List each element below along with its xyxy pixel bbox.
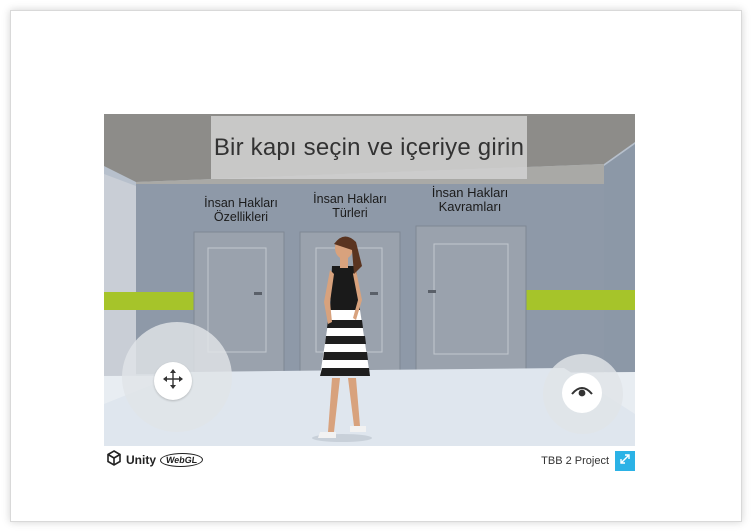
door-label-ozellikleri: İnsan Hakları Özellikleri	[204, 196, 278, 224]
footer-right: TBB 2 Project	[541, 451, 635, 471]
project-title: TBB 2 Project	[541, 455, 609, 467]
webgl-canvas[interactable]: Bir kapı seçin ve içeriye girin İnsan Ha…	[104, 114, 635, 446]
instruction-banner: Bir kapı seçin ve içeriye girin	[211, 116, 527, 179]
webgl-badge: WebGL	[159, 453, 205, 467]
accent-stripe-left	[104, 292, 194, 310]
move-arrows-icon	[162, 368, 184, 395]
look-button[interactable]	[562, 373, 602, 413]
fullscreen-icon	[619, 452, 631, 470]
door-3	[415, 225, 527, 373]
door-label-kavramlari: İnsan Hakları Kavramları	[431, 185, 509, 214]
fullscreen-button[interactable]	[615, 451, 635, 471]
accent-stripe-right	[526, 290, 635, 310]
unity-webgl-logo: Unity WebGL	[106, 449, 205, 471]
unity-brand-text: Unity	[126, 453, 156, 467]
move-joystick-knob[interactable]	[154, 362, 192, 400]
eye-icon	[571, 384, 593, 403]
door-label-turleri: İnsan Hakları Türleri	[313, 192, 387, 220]
unity-logo-icon	[106, 449, 122, 471]
